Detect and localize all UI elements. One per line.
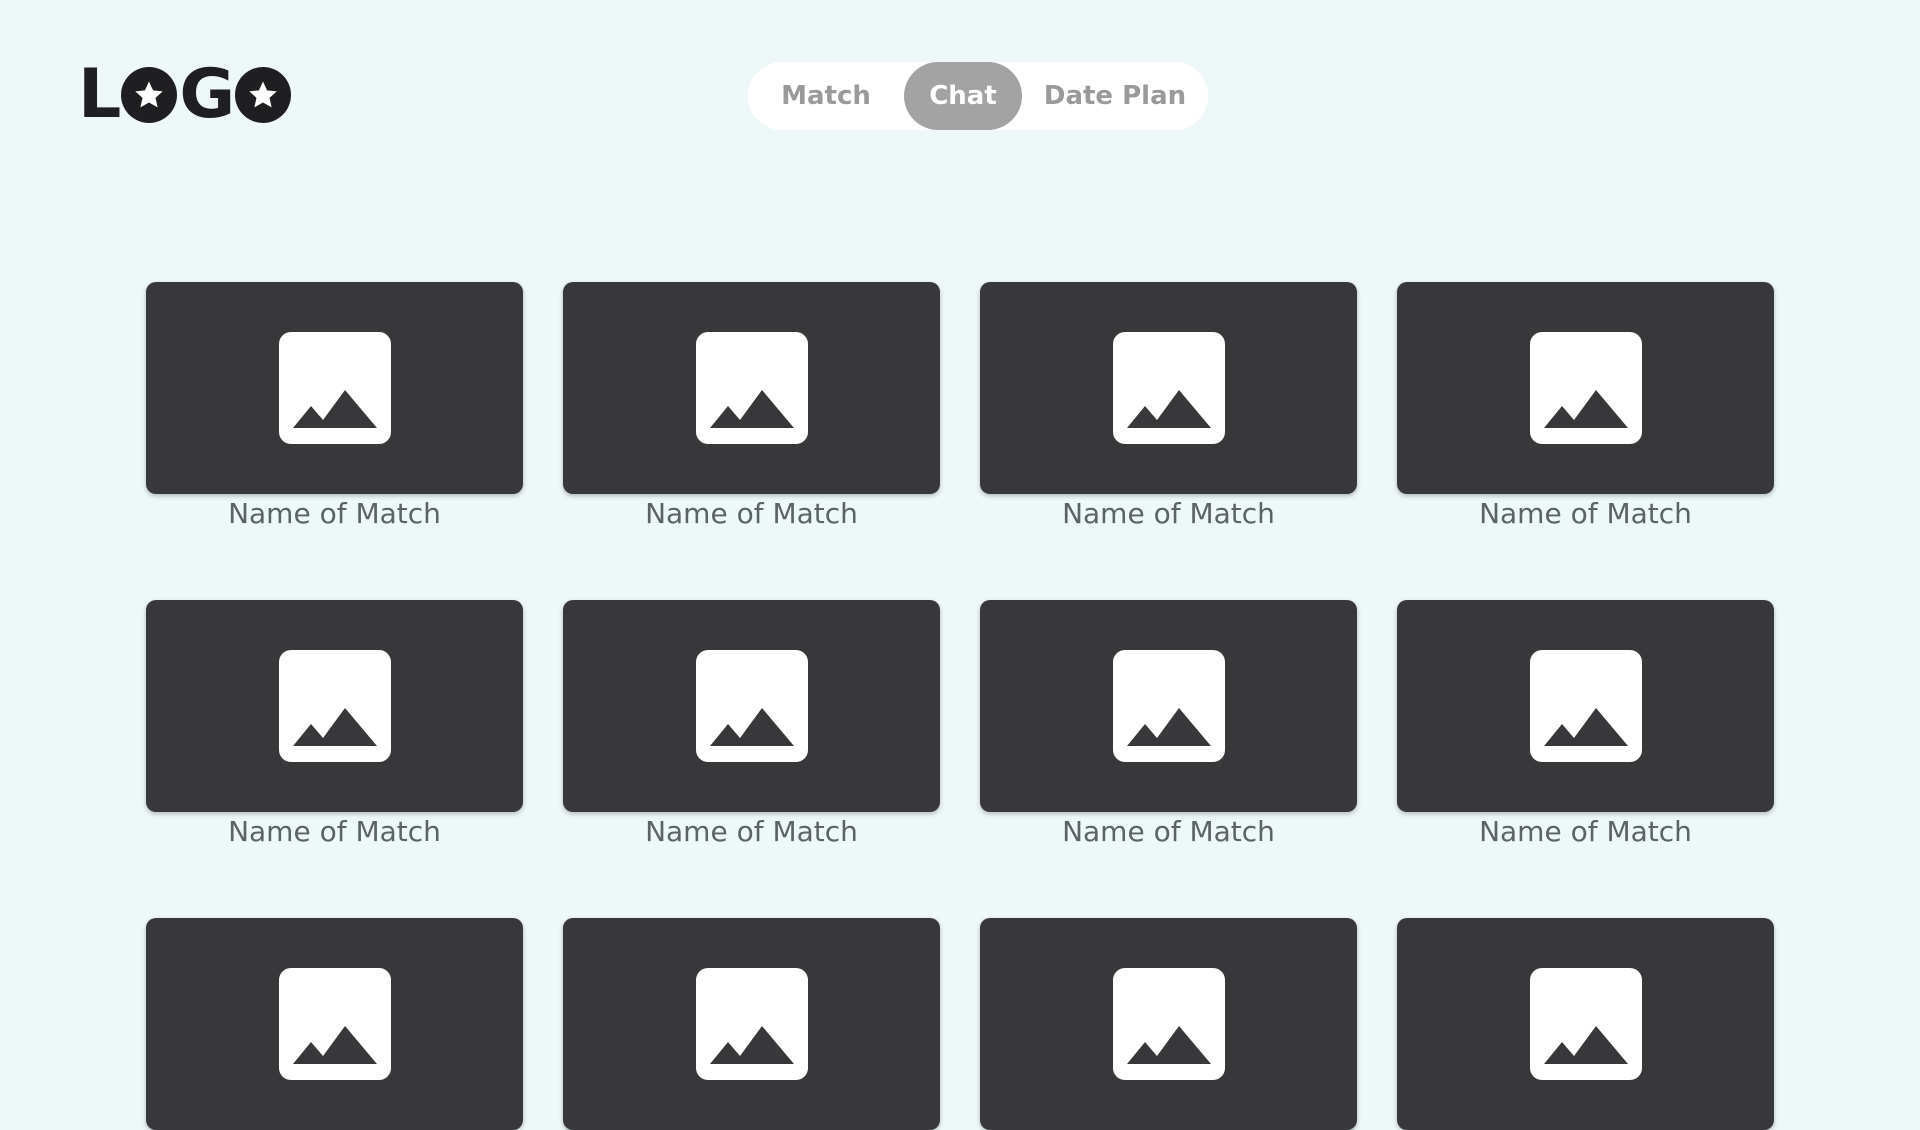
image-icon [1529,332,1642,444]
image-icon [1529,650,1642,762]
logo-letter-l: L [78,55,121,134]
image-icon [278,968,391,1080]
match-card[interactable] [563,918,940,1130]
image-icon [695,332,808,444]
match-name: Name of Match [1062,815,1275,848]
match-name: Name of Match [645,497,858,530]
match-card[interactable]: Name of Match [146,600,523,848]
match-card[interactable] [980,918,1357,1130]
tab-chat[interactable]: Chat [904,62,1022,130]
match-card[interactable]: Name of Match [1397,600,1774,848]
image-icon [278,650,391,762]
match-name: Name of Match [228,497,441,530]
tab-match[interactable]: Match [748,62,904,130]
match-photo [1397,282,1774,494]
match-photo [146,600,523,812]
tab-date-plan[interactable]: Date Plan [1022,62,1208,130]
match-photo [1397,918,1774,1130]
image-icon [695,650,808,762]
match-photo [563,600,940,812]
nav-tabs: Match Chat Date Plan [748,62,1208,130]
match-card[interactable]: Name of Match [980,282,1357,530]
match-photo [980,600,1357,812]
match-photo [146,918,523,1130]
match-photo [146,282,523,494]
image-icon [1112,968,1225,1080]
match-photo [563,282,940,494]
match-name: Name of Match [228,815,441,848]
match-photo [980,918,1357,1130]
match-card[interactable]: Name of Match [563,600,940,848]
match-card[interactable]: Name of Match [146,282,523,530]
match-name: Name of Match [1479,815,1692,848]
match-photo [980,282,1357,494]
image-icon [278,332,391,444]
match-card[interactable]: Name of Match [980,600,1357,848]
match-name: Name of Match [1062,497,1275,530]
image-icon [1529,968,1642,1080]
logo-star-icon [235,67,292,123]
match-card[interactable] [146,918,523,1130]
match-name: Name of Match [1479,497,1692,530]
match-card[interactable] [1397,918,1774,1130]
logo-star-icon [121,67,178,123]
logo[interactable]: L G [78,55,293,134]
match-card[interactable]: Name of Match [1397,282,1774,530]
match-name: Name of Match [645,815,858,848]
match-photo [563,918,940,1130]
logo-letter-g: G [179,55,235,134]
match-grid: Name of Match Name of Match Name of Match N… [146,282,1774,1130]
image-icon [1112,650,1225,762]
image-icon [1112,332,1225,444]
image-icon [695,968,808,1080]
match-photo [1397,600,1774,812]
match-card[interactable]: Name of Match [563,282,940,530]
